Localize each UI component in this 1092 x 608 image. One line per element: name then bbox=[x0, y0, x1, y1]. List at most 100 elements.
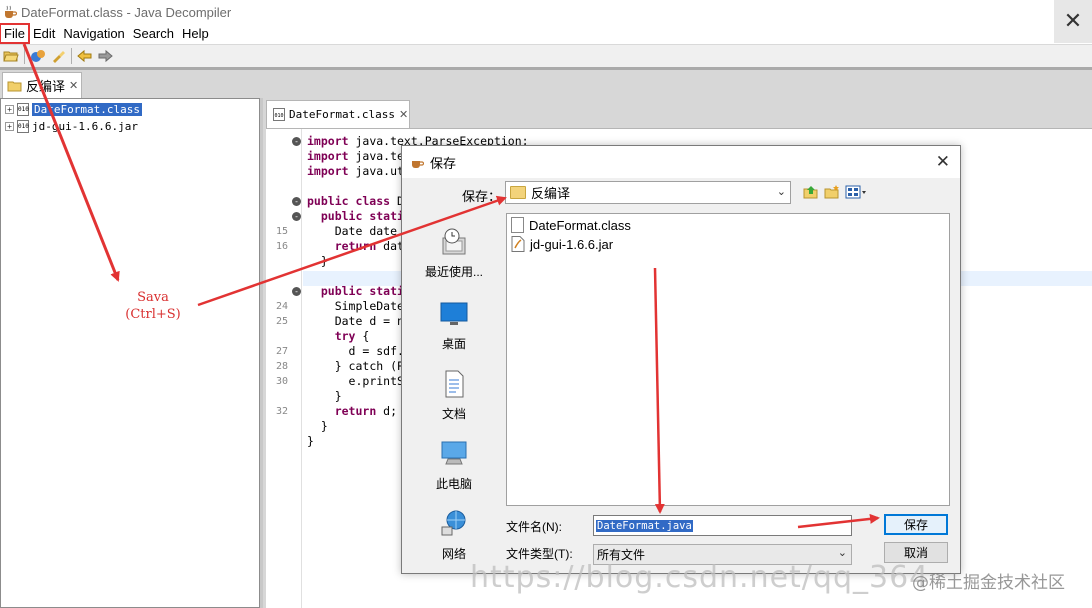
code-keyword: try bbox=[334, 329, 356, 343]
filename-label: 文件名(N): bbox=[506, 520, 562, 534]
code-text: import java.te bbox=[307, 149, 404, 163]
tree-item[interactable]: + 010 jd-gui-1.6.6.jar bbox=[5, 118, 138, 134]
jar-file-icon: 010 bbox=[17, 119, 29, 133]
tab-label: DateFormat.class bbox=[289, 108, 395, 121]
expand-icon[interactable]: + bbox=[5, 104, 14, 114]
window-title: DateFormat.class - Java Decompiler bbox=[21, 4, 232, 20]
tab-label: 反编译 bbox=[26, 79, 66, 94]
save-in-dropdown[interactable]: 反编译 ⌄ bbox=[505, 181, 791, 204]
folder-up-icon bbox=[803, 186, 818, 199]
close-icon[interactable]: ✕ bbox=[69, 79, 78, 92]
screenshot-root: DateFormat.class - Java Decompiler ✕ Fil… bbox=[0, 0, 1092, 608]
arrow-right-icon bbox=[98, 49, 113, 63]
fold-icon[interactable]: - bbox=[292, 212, 301, 221]
place-label: 文档 bbox=[441, 407, 466, 421]
fold-icon[interactable]: - bbox=[292, 287, 301, 296]
coffee-cup-icon bbox=[412, 161, 424, 168]
menu-search[interactable]: Search bbox=[129, 24, 178, 43]
place-desktop[interactable]: 桌面 bbox=[412, 300, 496, 352]
line-number: 28 bbox=[276, 361, 289, 372]
chevron-down-icon: ⌄ bbox=[776, 185, 786, 198]
code-keyword: public class bbox=[307, 194, 391, 208]
code-text: return dat bbox=[334, 239, 404, 253]
toolbar bbox=[0, 44, 1092, 67]
place-network[interactable]: 网络 bbox=[412, 510, 496, 562]
svg-text:010: 010 bbox=[275, 113, 284, 119]
toolbar-separator bbox=[71, 48, 72, 64]
menu-file[interactable]: File bbox=[0, 23, 30, 44]
chevron-down-icon: ⌄ bbox=[837, 546, 847, 559]
place-documents[interactable]: 文档 bbox=[412, 370, 496, 422]
class-file-icon: 010 bbox=[17, 102, 29, 116]
back-button[interactable] bbox=[76, 47, 94, 65]
file-list[interactable]: DateFormat.class jd-gui-1.6.6.jar bbox=[506, 213, 950, 506]
class-tree-panel: + 010 DateFormat.class + 010 jd-gui-1.6.… bbox=[0, 98, 260, 608]
menu-bar: File Edit Navigation Search Help bbox=[0, 23, 213, 44]
code-text: Date d = n bbox=[334, 314, 404, 328]
coffee-cup-icon bbox=[5, 5, 17, 18]
new-folder-icon bbox=[824, 185, 839, 199]
flashlight-icon bbox=[53, 51, 65, 63]
code-keyword: public stati bbox=[320, 284, 404, 298]
code-text: } bbox=[320, 419, 328, 433]
watermark: https://blog.csdn.net/qq_364 bbox=[470, 560, 930, 595]
close-icon[interactable]: ✕ bbox=[399, 108, 408, 121]
new-folder-button[interactable] bbox=[823, 183, 841, 201]
fold-icon[interactable]: - bbox=[292, 137, 301, 146]
dialog-close-button[interactable]: ✕ bbox=[936, 152, 950, 172]
save-in-label: 保存： bbox=[462, 189, 502, 204]
menu-edit[interactable]: Edit bbox=[29, 24, 59, 43]
line-number: 32 bbox=[276, 406, 289, 417]
save-dialog: 保存 ✕ 保存： 反编译 ⌄ 最近使用... 桌面 文档 此电脑 网络 Date… bbox=[401, 145, 961, 574]
up-folder-button[interactable] bbox=[802, 183, 820, 201]
open-type-button[interactable] bbox=[29, 47, 47, 65]
search-button[interactable] bbox=[49, 47, 67, 65]
file-icon bbox=[511, 217, 524, 233]
code-text: public stati bbox=[307, 284, 404, 299]
folder-icon bbox=[7, 81, 22, 91]
view-list-icon bbox=[845, 185, 866, 199]
line-number: 24 bbox=[276, 301, 289, 312]
code-text: public stati bbox=[307, 209, 404, 224]
forward-button[interactable] bbox=[96, 47, 114, 65]
open-file-button[interactable] bbox=[2, 47, 20, 65]
jar-file-icon bbox=[511, 236, 525, 252]
folder-icon bbox=[510, 186, 526, 199]
expand-icon[interactable]: + bbox=[5, 121, 14, 131]
list-item[interactable]: DateFormat.class bbox=[511, 216, 631, 234]
open-folder-icon bbox=[3, 51, 19, 62]
code-text: e.printS bbox=[348, 374, 404, 388]
window-close-button[interactable]: ✕ bbox=[1054, 0, 1092, 43]
fold-icon[interactable]: - bbox=[292, 197, 301, 206]
file-name: jd-gui-1.6.6.jar bbox=[530, 236, 614, 252]
code-text: return d; bbox=[334, 404, 398, 418]
list-item[interactable]: jd-gui-1.6.6.jar bbox=[511, 235, 613, 253]
tab-decompile[interactable]: 反编译 ✕ bbox=[2, 72, 82, 98]
close-icon: ✕ bbox=[1063, 9, 1083, 34]
menu-help[interactable]: Help bbox=[178, 24, 213, 43]
place-label: 桌面 bbox=[441, 337, 466, 351]
code-text: public class D bbox=[307, 194, 404, 208]
view-menu-button[interactable] bbox=[844, 183, 868, 201]
computer-icon bbox=[441, 441, 467, 465]
place-this-pc[interactable]: 此电脑 bbox=[412, 440, 496, 492]
network-icon bbox=[441, 510, 466, 536]
code-text: } bbox=[334, 389, 342, 403]
place-label: 此电脑 bbox=[435, 477, 472, 491]
class-file-icon: 010 bbox=[273, 108, 285, 121]
desktop-icon bbox=[440, 302, 468, 325]
recent-items-icon bbox=[442, 228, 466, 255]
places-sidebar: 最近使用... 桌面 文档 此电脑 网络 bbox=[412, 216, 496, 566]
menu-navigation[interactable]: Navigation bbox=[59, 24, 128, 43]
tree-item[interactable]: + 010 DateFormat.class bbox=[5, 101, 142, 117]
filename-input[interactable]: DateFormat.java bbox=[593, 515, 852, 536]
code-keyword: import bbox=[307, 149, 349, 163]
arrow-left-icon bbox=[77, 49, 92, 63]
save-in-value: 反编译 bbox=[531, 186, 571, 201]
tab-dateformat-class[interactable]: 010 DateFormat.class ✕ bbox=[266, 100, 410, 128]
line-number: 27 bbox=[276, 346, 289, 357]
type-icon bbox=[31, 50, 45, 62]
save-button[interactable]: 保存 bbox=[884, 514, 948, 535]
line-number: 30 bbox=[276, 376, 289, 387]
place-recent[interactable]: 最近使用... bbox=[412, 228, 496, 280]
